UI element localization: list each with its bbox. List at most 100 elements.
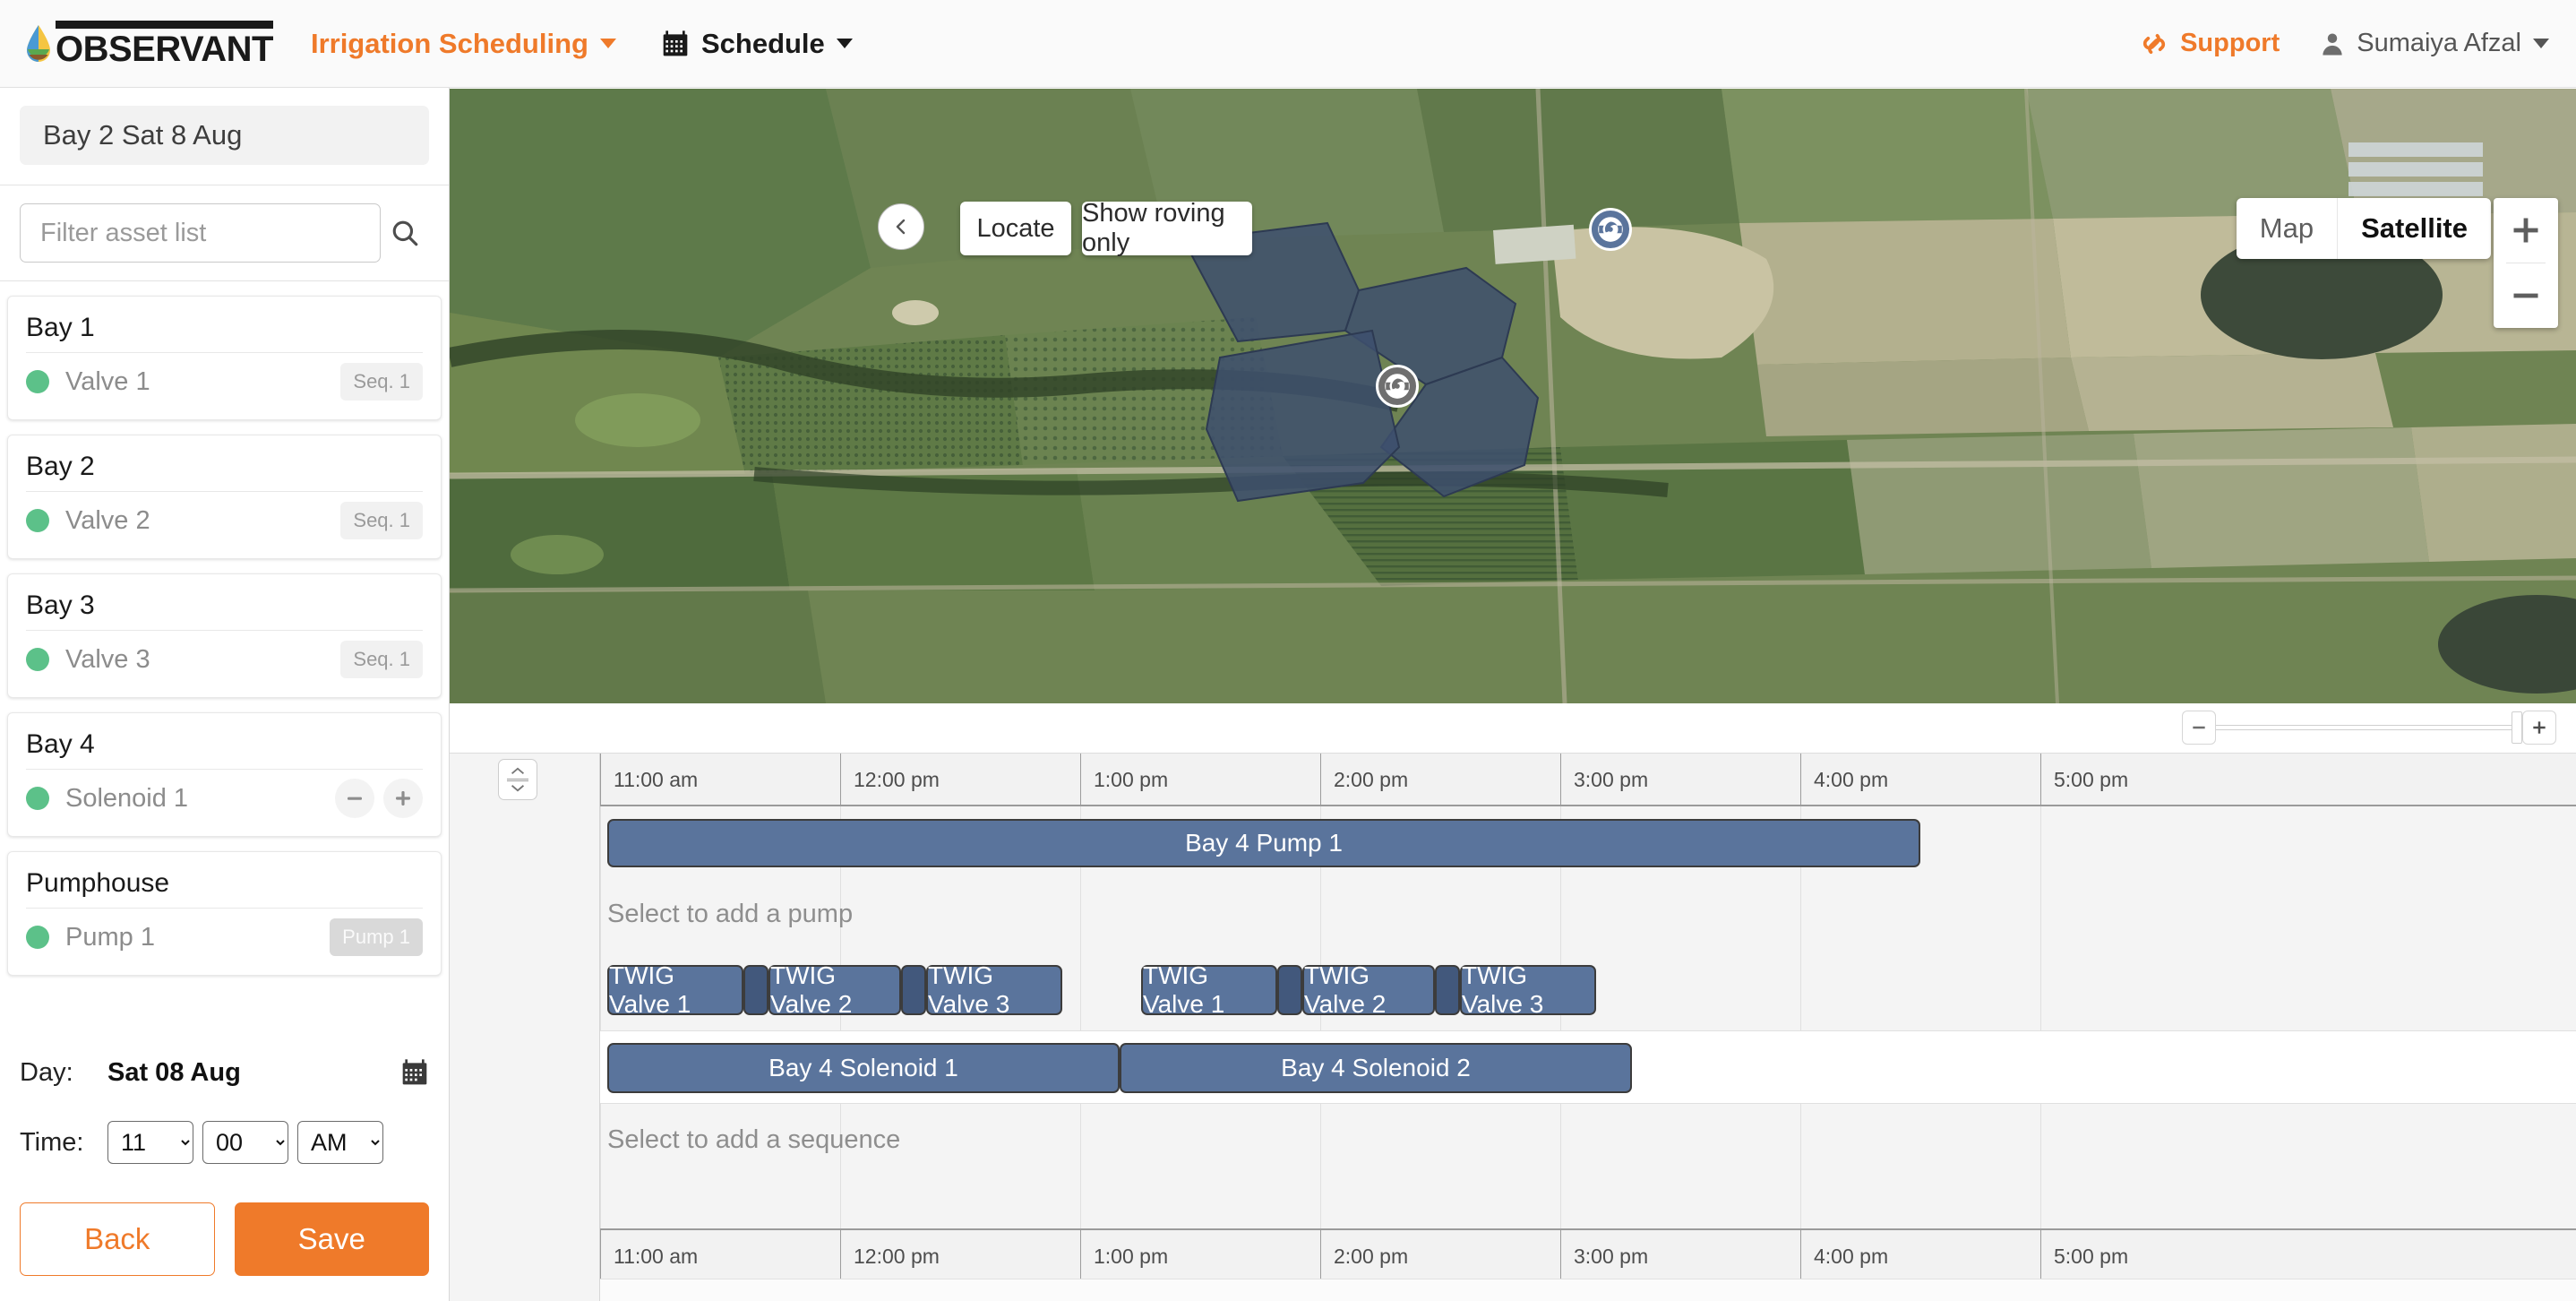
- timeline-axis-top-tick: 5:00 pm: [2040, 754, 2128, 805]
- asset-group-title: Bay 4: [26, 729, 95, 759]
- timeline-axis-bottom-tick: 11:00 am: [600, 1230, 698, 1279]
- pump-marker-grey[interactable]: [1376, 365, 1419, 408]
- asset-list-item[interactable]: Valve 2 Seq. 1: [26, 492, 423, 549]
- time-row: Time: 1112123 00153045 AMPM: [20, 1107, 429, 1177]
- asset-group-card[interactable]: Bay 4 Solenoid 1: [7, 712, 442, 837]
- map-zoom-controls[interactable]: [2494, 198, 2558, 328]
- schedule-name-value: Bay 2 Sat 8 Aug: [43, 119, 243, 151]
- plus-icon[interactable]: [383, 779, 423, 818]
- map-type-toggle[interactable]: Map Satellite: [2236, 198, 2491, 259]
- search-icon[interactable]: [381, 218, 429, 248]
- timeline-axis-bottom-tick: 1:00 pm: [1080, 1230, 1168, 1279]
- timeline-axis-bottom-tick: 5:00 pm: [2040, 1230, 2128, 1279]
- timeline-bar[interactable]: TWIG Valve 2: [769, 961, 901, 1018]
- back-button[interactable]: Back: [20, 1202, 215, 1276]
- timeline-bar[interactable]: Bay 4 Solenoid 1: [607, 1043, 1120, 1093]
- minus-icon: [2193, 726, 2205, 729]
- asset-list-item[interactable]: Valve 3 Seq. 1: [26, 631, 423, 688]
- show-roving-only-button[interactable]: Show roving only: [1082, 199, 1252, 257]
- schedule-timeline[interactable]: 11:00 am 12:00 pm 1:00 pm 2:00 pm 3:00 pm 4:0…: [450, 754, 2576, 1301]
- top-navigation-bar: OBSERVANT Irrigation Scheduling Schedule: [0, 0, 2576, 88]
- timeline-zoom-out-button[interactable]: [2182, 711, 2216, 745]
- user-menu[interactable]: Sumaiya Afzal: [2319, 29, 2549, 58]
- status-dot-icon: [26, 787, 49, 810]
- map-type-map[interactable]: Map: [2237, 198, 2339, 259]
- time-hour-select[interactable]: 1112123: [107, 1121, 193, 1164]
- timeline-row-s3[interactable]: 3Select to add a sequence: [450, 1104, 2576, 1177]
- asset-list-item[interactable]: Valve 1 Seq. 1: [26, 353, 423, 410]
- timeline-zoom-thumb[interactable]: [2512, 711, 2522, 744]
- schedule-name-field[interactable]: Bay 2 Sat 8 Aug: [20, 106, 429, 165]
- asset-group-card[interactable]: Bay 3 Valve 3 Seq. 1: [7, 573, 442, 698]
- timeline-row-s2[interactable]: 2Bay 4 Solenoid 1Bay 4 Solenoid 2: [450, 1030, 2576, 1104]
- user-name-label: Sumaiya Afzal: [2357, 29, 2521, 57]
- nav-module-dropdown[interactable]: Irrigation Scheduling: [311, 28, 616, 60]
- pump-turbine-icon: [1385, 374, 1410, 399]
- timeline-row-placeholder[interactable]: Select to add a sequence: [607, 1125, 900, 1155]
- chevron-left-icon: [896, 219, 906, 235]
- timeline-bar[interactable]: TWIG Valve 3: [926, 961, 1062, 1018]
- timeline-bar[interactable]: TWIG Valve 3: [1460, 961, 1596, 1018]
- save-button[interactable]: Save: [234, 1202, 429, 1276]
- lifebuoy-icon: [2139, 29, 2169, 59]
- status-dot-icon: [26, 648, 49, 671]
- timeline-axis-bottom-tick: 3:00 pm: [1560, 1230, 1648, 1279]
- timeline-bar-handle[interactable]: [743, 965, 769, 1015]
- day-label: Day:: [20, 1057, 73, 1087]
- timeline-zoom-slider[interactable]: [2182, 711, 2556, 745]
- sidebar-collapse-button[interactable]: [878, 203, 924, 250]
- asset-list-item[interactable]: Pump 1 Pump 1: [26, 909, 423, 966]
- timeline-rows[interactable]: P1Bay 4 Pump 1P2Select to add a pump1TWI…: [450, 806, 2576, 1228]
- timeline-bar[interactable]: Bay 4 Pump 1: [607, 819, 1920, 867]
- locate-button[interactable]: Locate: [960, 202, 1071, 255]
- nav-module-label: Irrigation Scheduling: [310, 27, 588, 59]
- asset-group-card[interactable]: Bay 2 Valve 2 Seq. 1: [7, 435, 442, 559]
- timeline-bar-handle[interactable]: [1435, 965, 1460, 1015]
- map-zoom-out-button[interactable]: [2494, 263, 2558, 328]
- timeline-axis-top-tick: 11:00 am: [600, 754, 698, 805]
- asset-group-card[interactable]: Pumphouse Pump 1 Pump 1: [7, 851, 442, 976]
- map-type-satellite[interactable]: Satellite: [2338, 198, 2491, 259]
- filter-asset-input[interactable]: [20, 203, 381, 263]
- timeline-horizontal-scrollbar[interactable]: [450, 1279, 2576, 1301]
- action-buttons: Back Save: [20, 1177, 429, 1301]
- left-sidebar: Bay 2 Sat 8 Aug Bay 1 Valve 1 Seq. 1 Bay 2 V…: [0, 88, 450, 1301]
- timeline-row-placeholder[interactable]: Select to add a pump: [607, 900, 853, 929]
- map-zoom-in-button[interactable]: [2494, 198, 2558, 263]
- avatar-icon: [2319, 30, 2346, 57]
- brand-logo[interactable]: OBSERVANT: [25, 20, 273, 67]
- timeline-row-p1[interactable]: P1Bay 4 Pump 1: [450, 806, 2576, 880]
- timeline-zoom-track[interactable]: [2216, 725, 2512, 730]
- time-meridiem-select[interactable]: AMPM: [297, 1121, 383, 1164]
- timeline-bar[interactable]: TWIG Valve 2: [1302, 961, 1435, 1018]
- timeline-bar[interactable]: Bay 4 Solenoid 2: [1120, 1043, 1632, 1093]
- map-view[interactable]: Locate Show roving only Map Satellite: [450, 89, 2576, 703]
- minus-icon[interactable]: [335, 779, 374, 818]
- asset-group-card[interactable]: Bay 1 Valve 1 Seq. 1: [7, 296, 442, 420]
- timeline-bar-handle[interactable]: [901, 965, 926, 1015]
- timeline-axis-top-tick: 12:00 pm: [840, 754, 940, 805]
- timeline-collapse-rows-button[interactable]: [498, 759, 537, 800]
- pump-turbine-icon: [1598, 217, 1623, 242]
- asset-filter-section: [0, 185, 449, 281]
- asset-list[interactable]: Bay 1 Valve 1 Seq. 1 Bay 2 Valve 2 Seq. 1 Bay …: [0, 281, 449, 1038]
- pump-marker-blue[interactable]: [1589, 208, 1632, 251]
- timeline-row-s1[interactable]: 1TWIG Valve 1TWIG Valve 2TWIG Valve 3TWI…: [450, 950, 2576, 1030]
- timeline-axis-top-tick: 1:00 pm: [1080, 754, 1168, 805]
- schedule-controls: Day: Sat 08 Aug Time: 1112123 00153045: [0, 1038, 449, 1301]
- satellite-imagery: [450, 89, 2576, 703]
- nav-schedule-dropdown[interactable]: Schedule: [661, 28, 853, 60]
- calendar-picker-icon[interactable]: [400, 1058, 429, 1087]
- asset-badge: Seq. 1: [340, 502, 423, 539]
- timeline-axis-top-tick: 4:00 pm: [1800, 754, 1888, 805]
- time-minute-select[interactable]: 00153045: [202, 1121, 288, 1164]
- timeline-bar[interactable]: TWIG Valve 1: [1141, 961, 1277, 1018]
- asset-stepper: [335, 779, 423, 818]
- timeline-row-p2[interactable]: P2Select to add a pump: [450, 880, 2576, 950]
- support-link[interactable]: Support: [2139, 29, 2280, 59]
- timeline-zoom-in-button[interactable]: [2522, 711, 2556, 745]
- status-dot-icon: [26, 926, 49, 949]
- timeline-bar-handle[interactable]: [1277, 965, 1302, 1015]
- timeline-bar[interactable]: TWIG Valve 1: [607, 961, 743, 1018]
- asset-list-item[interactable]: Solenoid 1: [26, 770, 423, 827]
